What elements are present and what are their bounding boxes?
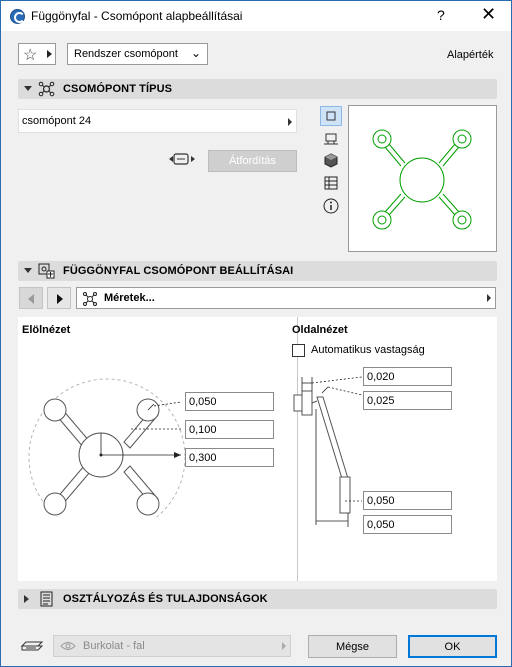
arrow-right-icon (57, 294, 63, 304)
side-width-field[interactable]: 0,025 (363, 391, 452, 410)
classification-icon (40, 591, 53, 607)
info-icon[interactable] (320, 196, 342, 216)
app-logo-icon (10, 9, 25, 24)
default-label: Alapérték (447, 49, 494, 61)
help-button[interactable]: ? (437, 7, 445, 23)
auto-thickness-label: Automatikus vastagság (311, 344, 425, 356)
favorites-button[interactable]: ☆ (18, 43, 56, 65)
preset-select[interactable]: Rendszer csomópont ⌄ (67, 43, 208, 65)
settings-page-select[interactable]: Méretek... (76, 287, 496, 309)
window-title: Függönyfal - Csomópont alapbeállításai (31, 9, 243, 23)
chevron-right-icon (282, 642, 286, 650)
section-header-settings[interactable]: FÜGGÖNYFAL CSOMÓPONT BEÁLLÍTÁSAI (18, 261, 497, 281)
chevron-right-icon (288, 118, 292, 126)
node-type-value: csomópont 24 (22, 115, 92, 127)
section-title: OSZTÁLYOZÁS ÉS TULAJDONSÁGOK (63, 593, 268, 605)
node-settings-icon (38, 263, 55, 279)
settings-page-value: Méretek... (104, 292, 155, 304)
side-view-label: Oldalnézet (292, 324, 348, 336)
layer-icon (20, 641, 44, 651)
side-offset-field[interactable]: 0,020 (363, 367, 452, 386)
elevation-icon[interactable] (320, 130, 342, 150)
chevron-right-icon (47, 50, 52, 58)
page-navigation: Méretek... (18, 287, 497, 309)
node-type-select[interactable]: csomópont 24 (18, 109, 297, 133)
node-preview (348, 105, 497, 252)
surface-select[interactable]: Burkolat - fal (53, 635, 291, 657)
star-icon: ☆ (23, 47, 38, 64)
section-title: CSOMÓPONT TÍPUS (63, 83, 173, 95)
dimensions-panel: Elölnézet Oldalnézet 0,050 0,100 0,300 A… (18, 317, 497, 581)
section-title: FÜGGÖNYFAL CSOMÓPONT BEÁLLÍTÁSAI (63, 265, 294, 277)
ok-button[interactable]: OK (408, 635, 497, 658)
chevron-down-icon: ⌄ (190, 46, 201, 60)
collapse-arrow-icon (24, 268, 32, 273)
title-bar: Függönyfal - Csomópont alapbeállításai ?… (1, 1, 511, 31)
collapse-arrow-icon (24, 86, 32, 91)
side-length-field[interactable]: 0,050 (363, 515, 452, 534)
dimensions-icon (83, 292, 97, 306)
section-header-classification[interactable]: OSZTÁLYOZÁS ÉS TULAJDONSÁGOK (18, 589, 497, 609)
node-size-field[interactable]: 0,300 (185, 448, 274, 467)
chevron-right-icon (487, 294, 491, 302)
auto-thickness-checkbox[interactable] (292, 344, 305, 357)
flip-icon (169, 153, 195, 165)
cancel-button[interactable]: Mégse (308, 635, 397, 658)
node-type-icon (38, 81, 55, 97)
expand-arrow-icon (24, 595, 29, 603)
next-page-button[interactable] (47, 287, 71, 309)
node-radius-field[interactable]: 0,050 (185, 392, 274, 411)
plan-view-icon[interactable] (320, 106, 342, 126)
close-button[interactable]: ✕ (481, 4, 496, 25)
section-icon[interactable] (320, 173, 342, 193)
previous-page-button[interactable] (19, 287, 43, 309)
front-view-label: Elölnézet (22, 324, 71, 336)
eye-icon (60, 642, 76, 650)
dialog-window: Függönyfal - Csomópont alapbeállításai ?… (0, 0, 512, 667)
flip-button[interactable]: Átfordítás (208, 150, 297, 172)
arm-width-field[interactable]: 0,100 (185, 420, 274, 439)
side-depth-field[interactable]: 0,050 (363, 491, 452, 510)
3d-view-icon[interactable] (320, 151, 342, 171)
arrow-left-icon (28, 294, 34, 304)
surface-value: Burkolat - fal (83, 640, 145, 652)
section-header-node-type[interactable]: CSOMÓPONT TÍPUS (18, 79, 497, 99)
preset-value: Rendszer csomópont (74, 48, 178, 60)
